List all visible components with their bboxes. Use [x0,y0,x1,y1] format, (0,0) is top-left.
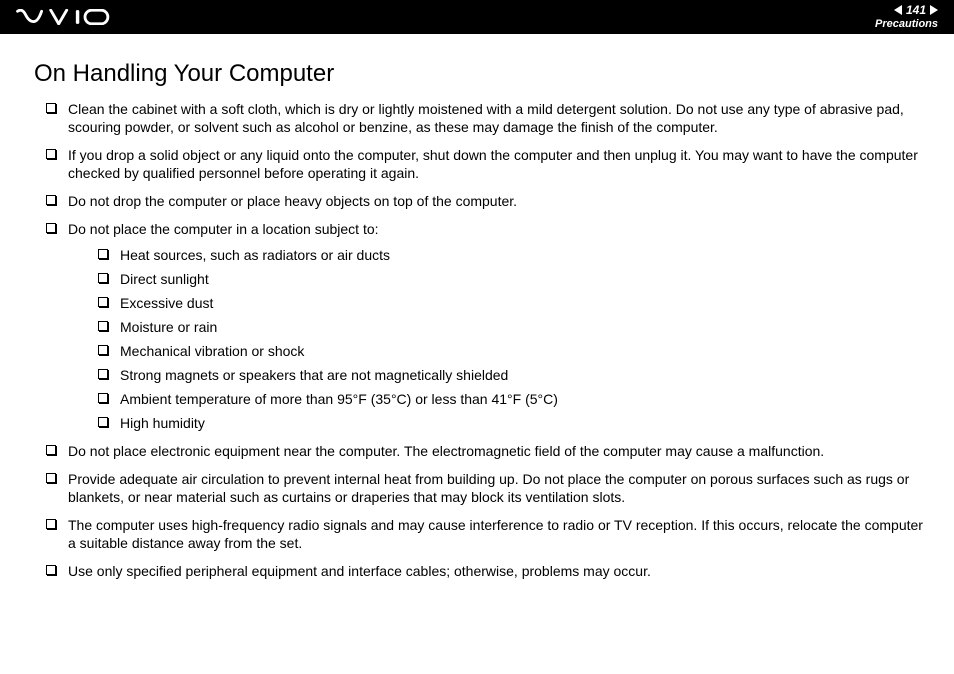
page-number-nav: 141 [875,4,938,17]
bullet-icon [46,149,56,159]
page-header: 141 Precautions [0,0,954,34]
list-item: Direct sunlight [98,270,926,288]
list-item-text: The computer uses high-frequency radio s… [68,517,923,551]
list-item: Moisture or rain [98,318,926,336]
list-item: Mechanical vibration or shock [98,342,926,360]
list-item: Strong magnets or speakers that are not … [98,366,926,384]
bullet-icon [46,565,56,575]
list-item: Ambient temperature of more than 95°F (3… [98,390,926,408]
prev-page-icon[interactable] [894,5,902,15]
list-item: Use only specified peripheral equipment … [46,562,926,580]
bullet-icon [98,273,108,283]
list-item: Do not drop the computer or place heavy … [46,192,926,210]
page-content: On Handling Your Computer Clean the cabi… [0,34,954,600]
list-item-text: Moisture or rain [120,319,217,335]
list-item: High humidity [98,414,926,432]
list-item: Clean the cabinet with a soft cloth, whi… [46,100,926,136]
bullet-icon [46,223,56,233]
list-item-text: Direct sunlight [120,271,209,287]
list-item-text: If you drop a solid object or any liquid… [68,147,918,181]
bullet-icon [46,519,56,529]
list-item-text: High humidity [120,415,205,431]
bullet-icon [98,249,108,259]
bullet-icon [98,297,108,307]
bullet-icon [98,321,108,331]
bullet-icon [98,345,108,355]
vaio-logo [14,9,124,25]
header-meta: 141 Precautions [875,4,938,31]
bullet-icon [46,473,56,483]
list-item: Do not place electronic equipment near t… [46,442,926,460]
bullet-icon [46,103,56,113]
page-title: On Handling Your Computer [34,60,926,88]
list-item-text: Ambient temperature of more than 95°F (3… [120,391,558,407]
section-label: Precautions [875,18,938,31]
bullet-icon [98,417,108,427]
list-item-text: Clean the cabinet with a soft cloth, whi… [68,101,904,135]
bullet-icon [46,195,56,205]
bullet-icon [98,369,108,379]
list-item-text: Use only specified peripheral equipment … [68,563,651,579]
next-page-icon[interactable] [930,5,938,15]
precautions-sublist: Heat sources, such as radiators or air d… [98,246,926,432]
bullet-icon [46,445,56,455]
list-item-text: Heat sources, such as radiators or air d… [120,247,390,263]
precautions-list: Clean the cabinet with a soft cloth, whi… [46,100,926,580]
list-item-text: Do not place electronic equipment near t… [68,443,824,459]
list-item-text: Provide adequate air circulation to prev… [68,471,909,505]
list-item: The computer uses high-frequency radio s… [46,516,926,552]
bullet-icon [98,393,108,403]
list-item: If you drop a solid object or any liquid… [46,146,926,182]
list-item-text: Do not drop the computer or place heavy … [68,193,517,209]
list-item: Heat sources, such as radiators or air d… [98,246,926,264]
list-item-text: Mechanical vibration or shock [120,343,304,359]
list-item: Do not place the computer in a location … [46,220,926,432]
list-item-text: Excessive dust [120,295,213,311]
list-item: Provide adequate air circulation to prev… [46,470,926,506]
list-item: Excessive dust [98,294,926,312]
list-item-text: Strong magnets or speakers that are not … [120,367,508,383]
page-number: 141 [906,4,926,17]
list-item-text: Do not place the computer in a location … [68,221,379,237]
